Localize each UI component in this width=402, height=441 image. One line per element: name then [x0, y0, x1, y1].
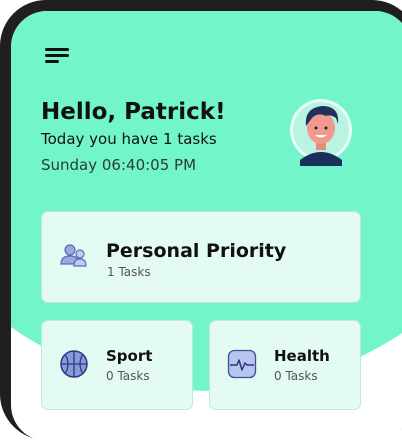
- user-avatar-icon[interactable]: [290, 94, 352, 166]
- category-card-sport[interactable]: Sport 0 Tasks: [41, 320, 193, 410]
- basketball-icon: [59, 349, 89, 383]
- category-title: Personal Priority: [106, 240, 287, 262]
- category-task-count: 0 Tasks: [106, 369, 150, 383]
- category-card-health[interactable]: Health 0 Tasks: [209, 320, 361, 410]
- category-card-personal-priority[interactable]: Personal Priority 1 Tasks: [41, 211, 361, 303]
- current-datetime: Sunday 06:40:05 PM: [41, 156, 197, 174]
- tasks-summary: Today you have 1 tasks: [41, 130, 217, 148]
- hamburger-menu-icon[interactable]: [45, 47, 71, 65]
- app-screen: Hello, Patrick! Today you have 1 tasks S…: [11, 11, 402, 441]
- device-frame: Hello, Patrick! Today you have 1 tasks S…: [0, 0, 402, 441]
- category-title: Sport: [106, 347, 153, 365]
- people-icon: [59, 242, 89, 272]
- greeting-title: Hello, Patrick!: [41, 99, 226, 125]
- category-task-count: 1 Tasks: [107, 265, 151, 279]
- heart-monitor-icon: [227, 349, 257, 383]
- category-task-count: 0 Tasks: [274, 369, 318, 383]
- category-title: Health: [274, 347, 330, 365]
